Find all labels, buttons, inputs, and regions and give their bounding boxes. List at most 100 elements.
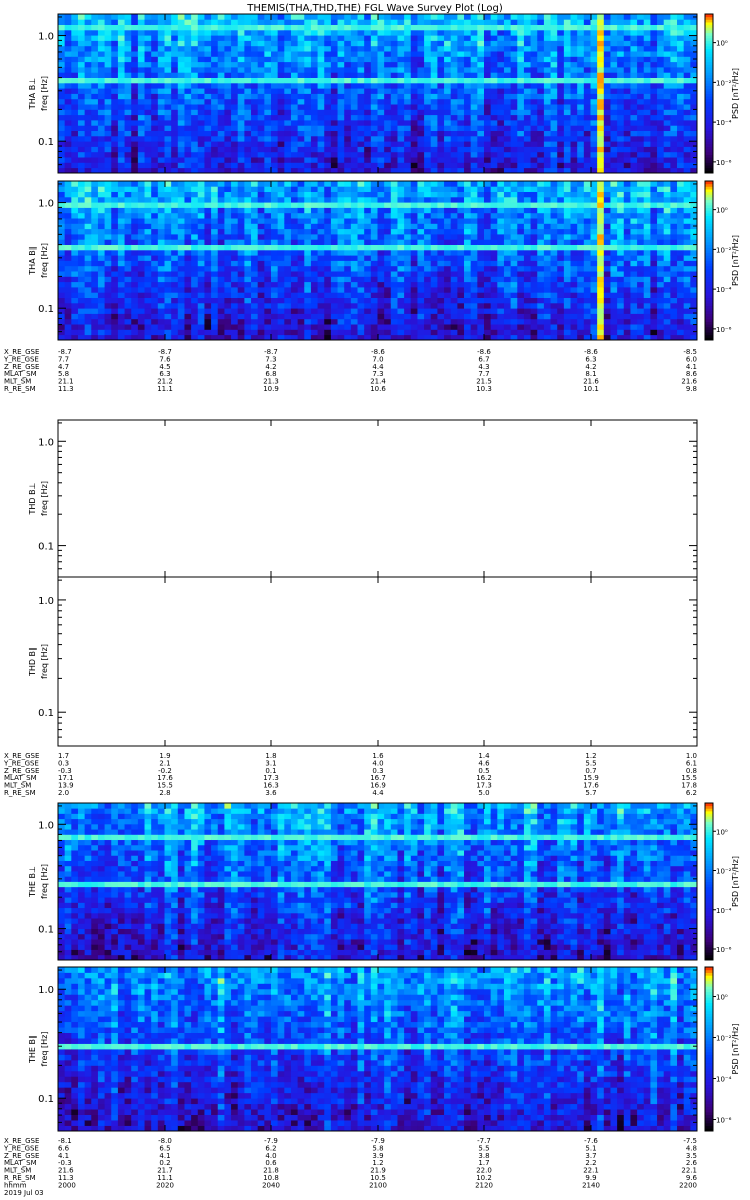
heatmap-cell (224, 88, 232, 94)
heatmap-cell (64, 56, 72, 63)
heatmap-cell (550, 151, 558, 158)
heatmap-cell (151, 207, 159, 214)
heatmap-cell (577, 61, 585, 68)
heatmap-cell (410, 318, 418, 325)
heatmap-cell (111, 318, 119, 325)
heatmap-cell (444, 265, 452, 272)
heatmap-cell (417, 302, 425, 309)
heatmap-cell (437, 228, 445, 235)
heatmap-cell (204, 98, 212, 105)
heatmap-cell (344, 260, 352, 267)
heatmap-cell (570, 130, 578, 137)
heatmap-cell (257, 56, 265, 63)
heatmap-cell (657, 82, 665, 89)
heatmap-cell (104, 255, 112, 261)
heatmap-cell (557, 157, 565, 163)
heatmap-cell (137, 218, 145, 224)
heatmap-cell (437, 318, 445, 325)
heatmap-cell (570, 56, 578, 63)
heatmap-cell (144, 35, 152, 41)
heatmap-cell (324, 51, 332, 57)
heatmap-cell (124, 19, 132, 25)
heatmap-cell (144, 56, 152, 63)
heatmap-cell (324, 207, 332, 214)
heatmap-cell (71, 125, 79, 131)
heatmap-cell (690, 61, 698, 68)
heatmap-cell (324, 292, 332, 298)
heatmap-cell (317, 281, 325, 288)
heatmap-cell (643, 29, 651, 36)
heatmap-cell (204, 271, 212, 277)
heatmap-cell (657, 146, 665, 153)
heatmap-cell (97, 93, 105, 100)
heatmap-cell (430, 239, 438, 245)
heatmap-cell (657, 14, 665, 20)
heatmap-cell (510, 72, 518, 78)
heatmap-cell (357, 207, 365, 214)
heatmap-cell (84, 67, 92, 73)
heatmap-cell (470, 297, 478, 304)
heatmap-cell (117, 281, 125, 288)
heatmap-cell (211, 157, 219, 163)
heatmap-cell (550, 61, 558, 68)
heatmap-cell (330, 109, 338, 116)
heatmap-cell (191, 196, 199, 203)
heatmap-cell (410, 151, 418, 158)
heatmap-cell (244, 130, 252, 137)
heatmap-cell (490, 157, 498, 163)
heatmap-cell (317, 125, 325, 131)
heatmap-cell (184, 239, 192, 245)
heatmap-cell (144, 146, 152, 153)
heatmap-cell (550, 35, 558, 41)
heatmap-cell (231, 196, 239, 203)
heatmap-cell (111, 212, 119, 219)
heatmap-cell (350, 255, 358, 261)
heatmap-cell (623, 146, 631, 153)
heatmap-cell (144, 135, 152, 142)
heatmap-cell (404, 228, 412, 235)
heatmap-cell (224, 308, 232, 314)
heatmap-cell (530, 135, 538, 142)
heatmap-cell (344, 67, 352, 73)
heatmap-cell (390, 292, 398, 298)
heatmap-cell (390, 114, 398, 121)
heatmap-cell (464, 109, 472, 116)
heatmap-cell (58, 196, 66, 203)
heatmap-cell (224, 24, 232, 31)
heatmap-cell (204, 181, 212, 187)
heatmap-cell (157, 82, 165, 89)
heatmap-cell (251, 212, 259, 219)
heatmap-cell (91, 93, 99, 100)
heatmap-cell (244, 98, 252, 105)
heatmap-cell (217, 146, 225, 153)
heatmap-cell (284, 223, 292, 230)
heatmap-cell (151, 287, 159, 293)
heatmap-cell (410, 61, 418, 68)
heatmap-cell (177, 318, 185, 325)
heatmap-cell (217, 135, 225, 142)
heatmap-cell (257, 125, 265, 131)
heatmap-cell (284, 292, 292, 298)
heatmap-cell (390, 329, 398, 336)
heatmap-cell (217, 141, 225, 147)
heatmap-cell (590, 146, 598, 153)
heatmap-cell (497, 19, 505, 25)
heatmap-cell (377, 271, 385, 277)
heatmap-cell (58, 292, 66, 298)
heatmap-cell (144, 313, 152, 320)
heatmap-cell (91, 24, 99, 31)
heatmap-cell (264, 120, 272, 126)
heatmap-cell (277, 281, 285, 288)
heatmap-cell (197, 297, 205, 304)
heatmap-cell (317, 146, 325, 153)
heatmap-cell (231, 24, 239, 31)
panels: 1.00.1THA B⊥ freq [Hz]10⁰10⁻²10⁻⁴10⁻⁶PSD … (28, 13, 740, 1132)
heatmap-cell (490, 67, 498, 73)
heatmap-cell (537, 67, 545, 73)
heatmap-cell (144, 244, 152, 251)
heatmap-cell (517, 19, 525, 25)
heatmap-cell (144, 292, 152, 298)
heatmap-cell (204, 141, 212, 147)
heatmap-cell (583, 162, 591, 169)
heatmap-cell (171, 162, 179, 169)
